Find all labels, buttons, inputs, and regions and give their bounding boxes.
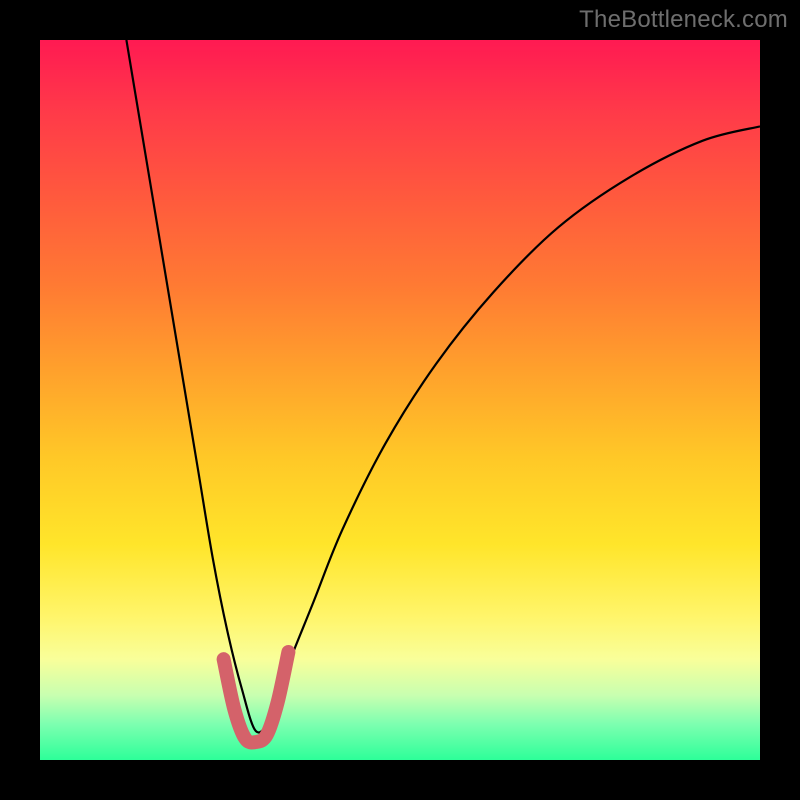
curves-svg <box>40 40 760 760</box>
watermark-text: TheBottleneck.com <box>579 6 788 34</box>
bottleneck-curve <box>126 40 760 732</box>
plot-area <box>40 40 760 760</box>
optimal-band <box>224 652 289 743</box>
chart-frame: TheBottleneck.com <box>0 0 800 800</box>
